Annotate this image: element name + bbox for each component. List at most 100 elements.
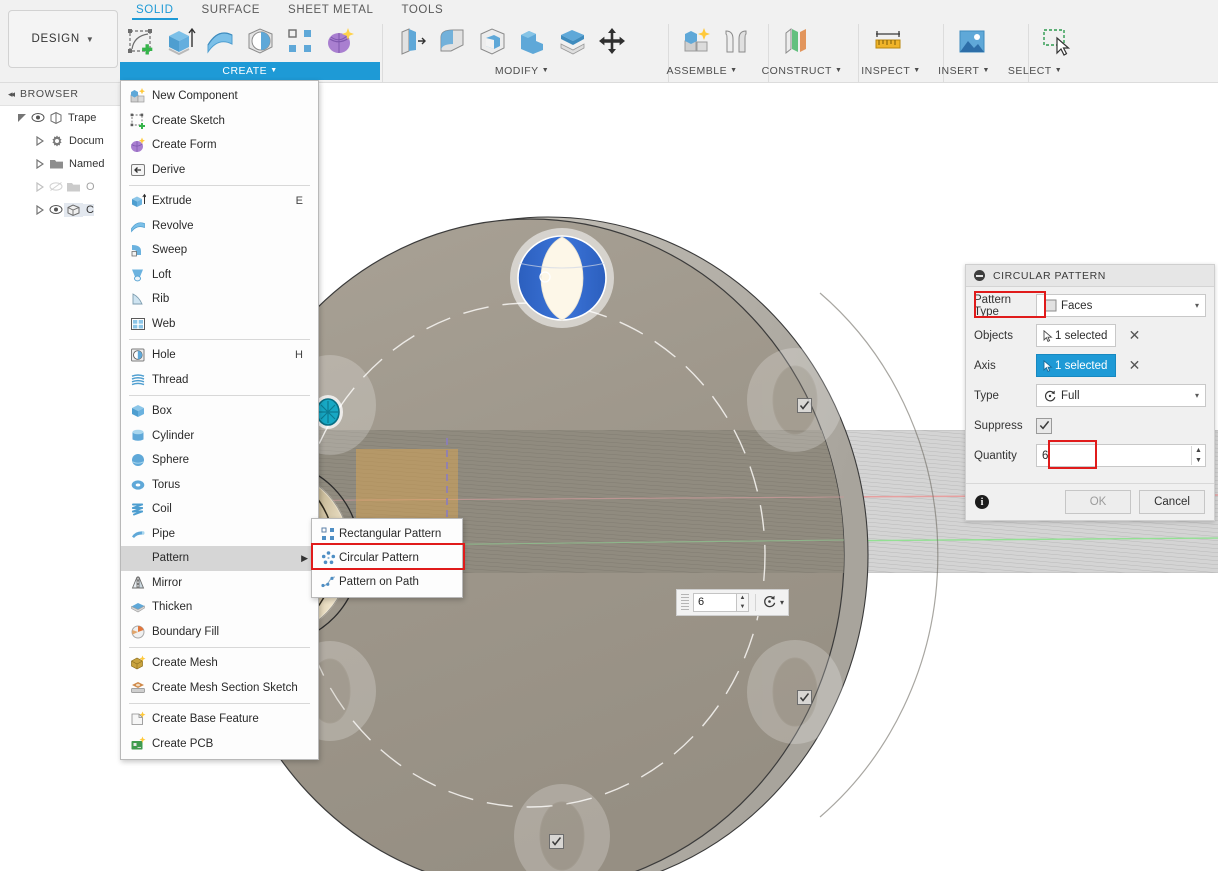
instance-checkbox[interactable] — [549, 834, 564, 849]
ribbon-group-label-select[interactable]: SELECT ▼ — [998, 62, 1072, 80]
menu-item-boundary-fill[interactable]: Boundary Fill — [121, 620, 318, 645]
menu-item-create-pcb[interactable]: Create PCB — [121, 732, 318, 757]
tree-row-origin[interactable]: O — [0, 175, 120, 198]
tree-row-named-views[interactable]: Named — [0, 152, 120, 175]
menu-item-derive[interactable]: Derive — [121, 158, 318, 183]
menu-item-torus[interactable]: Torus — [121, 473, 318, 498]
pattern-type-dropdown[interactable]: Faces ▾ — [1036, 294, 1206, 317]
visibility-hidden-icon[interactable] — [47, 181, 64, 192]
ribbon-group-label-inspect[interactable]: INSPECT ▼ — [852, 62, 930, 80]
inline-quantity-stepper[interactable]: ▲ ▼ — [737, 593, 749, 612]
instance-checkbox[interactable] — [797, 690, 812, 705]
rectangular-pattern-icon[interactable] — [280, 21, 320, 61]
menu-item-web[interactable]: Web — [121, 312, 318, 337]
chevron-down-icon[interactable]: ▾ — [1195, 301, 1201, 310]
chevron-down-icon[interactable]: ▾ — [1195, 391, 1201, 400]
shell-icon[interactable] — [472, 21, 512, 61]
new-component-icon[interactable] — [676, 21, 716, 61]
tab-sheet-metal[interactable]: SHEET METAL — [274, 0, 387, 20]
menu-item-cylinder[interactable]: Cylinder — [121, 424, 318, 449]
offset-plane-icon[interactable] — [776, 21, 816, 61]
menu-item-pipe[interactable]: Pipe — [121, 522, 318, 547]
ribbon-group-label-construct[interactable]: CONSTRUCT ▼ — [748, 62, 856, 80]
drag-grip[interactable] — [681, 594, 689, 611]
measure-icon[interactable] — [868, 21, 908, 61]
expand-triangle-icon[interactable] — [32, 135, 47, 146]
inline-quantity-manipulator[interactable]: 6 ▲ ▼ ▾ — [676, 589, 790, 616]
menu-item-sphere[interactable]: Sphere — [121, 448, 318, 473]
ribbon-group-label-assemble[interactable]: ASSEMBLE ▼ — [646, 62, 758, 80]
quantity-value[interactable]: 6 — [1037, 450, 1191, 462]
collapse-icon[interactable] — [974, 270, 985, 281]
full-rotation-icon[interactable] — [762, 594, 777, 612]
tab-solid[interactable]: SOLID — [122, 0, 188, 20]
menu-item-loft[interactable]: Loft — [121, 263, 318, 288]
stepper-up-icon[interactable]: ▲ — [737, 594, 748, 603]
menu-item-rib[interactable]: Rib — [121, 287, 318, 312]
menu-item-extrude[interactable]: Extrude E — [121, 189, 318, 214]
menu-item-thread[interactable]: Thread — [121, 368, 318, 393]
expand-triangle-icon[interactable] — [32, 158, 47, 169]
menu-item-create-mesh-section-sketch[interactable]: Create Mesh Section Sketch — [121, 676, 318, 701]
tree-row-document-settings[interactable]: Docum — [0, 129, 120, 152]
ok-button[interactable]: OK — [1065, 490, 1131, 514]
pattern-submenu[interactable]: Rectangular Pattern Circular Pattern Pat… — [311, 518, 463, 598]
expand-triangle-icon[interactable] — [14, 113, 29, 123]
revolve-icon[interactable] — [200, 21, 240, 61]
create-form-icon[interactable] — [320, 21, 360, 61]
menu-item-hole[interactable]: Hole H — [121, 343, 318, 368]
inline-quantity-value[interactable]: 6 — [693, 593, 737, 612]
tree-row-bodies[interactable]: C — [0, 198, 120, 221]
browser-header[interactable]: ◂◂ BROWSER — [0, 83, 120, 106]
axis-select-button[interactable]: 1 selected — [1036, 354, 1117, 377]
combine-icon[interactable] — [512, 21, 552, 61]
menu-item-thicken[interactable]: Thicken — [121, 595, 318, 620]
tab-tools[interactable]: TOOLS — [387, 0, 457, 20]
ribbon-group-label-create[interactable]: CREATE ▼ — [120, 62, 380, 80]
fillet-icon[interactable] — [432, 21, 472, 61]
quantity-stepper[interactable]: ▲ ▼ — [1191, 446, 1205, 465]
tab-surface[interactable]: SURFACE — [188, 0, 275, 20]
extrude-icon[interactable] — [160, 21, 200, 61]
ribbon-group-label-modify[interactable]: MODIFY ▼ — [392, 62, 652, 80]
menu-item-mirror[interactable]: Mirror — [121, 571, 318, 596]
stepper-down-icon[interactable]: ▼ — [1192, 456, 1205, 466]
offset-face-icon[interactable] — [552, 21, 592, 61]
joint-icon[interactable] — [716, 21, 756, 61]
workspace-switcher-button[interactable]: DESIGN ▼ — [8, 10, 118, 68]
press-pull-icon[interactable] — [392, 21, 432, 61]
hole-icon[interactable] — [240, 21, 280, 61]
expand-triangle-icon[interactable] — [32, 204, 47, 215]
menu-item-new-component[interactable]: New Component — [121, 84, 318, 109]
create-dropdown-menu[interactable]: New Component Create Sketch Create Form … — [120, 80, 319, 760]
move-copy-icon[interactable] — [592, 21, 632, 61]
visibility-eye-icon[interactable] — [29, 112, 46, 123]
cancel-button[interactable]: Cancel — [1139, 490, 1205, 514]
menu-item-sweep[interactable]: Sweep — [121, 238, 318, 263]
collapse-panel-icon[interactable]: ◂◂ — [8, 89, 15, 100]
insert-image-icon[interactable] — [952, 21, 992, 61]
menu-item-create-sketch[interactable]: Create Sketch — [121, 109, 318, 134]
objects-select-button[interactable]: 1 selected — [1036, 324, 1117, 347]
tree-row-root[interactable]: Trape — [0, 106, 120, 129]
select-window-icon[interactable] — [1036, 21, 1076, 61]
menu-item-create-mesh[interactable]: Create Mesh — [121, 651, 318, 676]
stepper-up-icon[interactable]: ▲ — [1192, 446, 1205, 456]
expand-triangle-icon[interactable] — [32, 181, 47, 192]
visibility-eye-icon[interactable] — [47, 204, 64, 215]
objects-clear-icon[interactable]: ✕ — [1123, 325, 1145, 346]
submenu-item-pattern-on-path[interactable]: Pattern on Path — [312, 570, 462, 594]
ribbon-group-label-insert[interactable]: INSERT ▼ — [928, 62, 1000, 80]
chevron-down-icon[interactable]: ▾ — [780, 598, 784, 607]
menu-item-box[interactable]: Box — [121, 399, 318, 424]
menu-item-create-base-feature[interactable]: Create Base Feature — [121, 707, 318, 732]
menu-item-revolve[interactable]: Revolve — [121, 214, 318, 239]
quantity-field[interactable]: 6 ▲ ▼ — [1036, 444, 1206, 467]
create-sketch-icon[interactable] — [120, 21, 160, 61]
type-dropdown[interactable]: Full ▾ — [1036, 384, 1206, 407]
instance-checkbox[interactable] — [797, 398, 812, 413]
submenu-item-circular-pattern[interactable]: Circular Pattern — [312, 546, 462, 570]
axis-clear-icon[interactable]: ✕ — [1123, 355, 1145, 376]
submenu-item-rectangular-pattern[interactable]: Rectangular Pattern — [312, 522, 462, 546]
menu-item-pattern[interactable]: Pattern ▶ — [121, 546, 318, 571]
